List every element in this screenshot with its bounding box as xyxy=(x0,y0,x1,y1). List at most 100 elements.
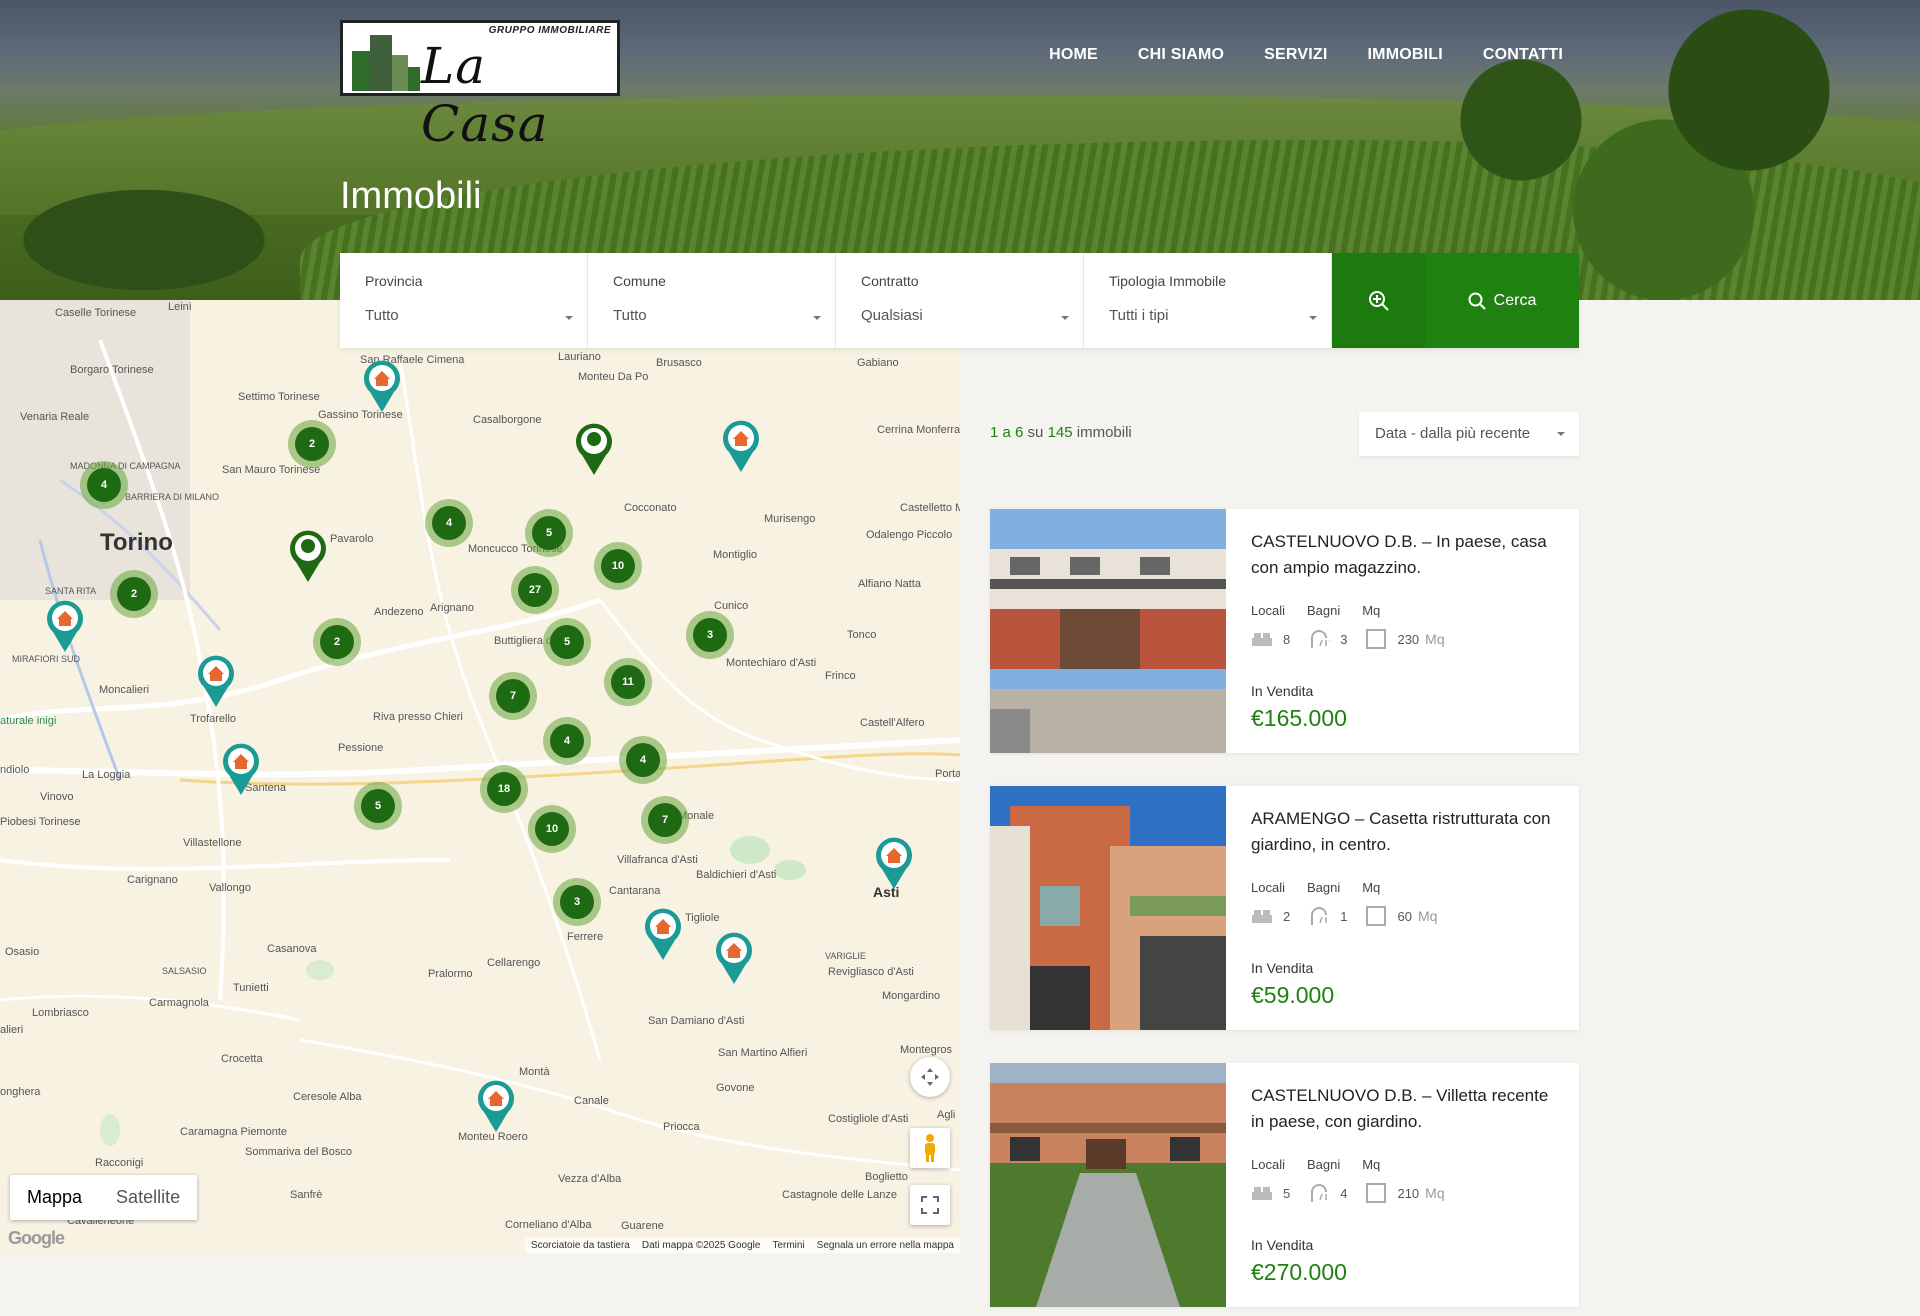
property-pin-icon[interactable] xyxy=(874,837,914,891)
map-cluster[interactable]: 7 xyxy=(641,796,689,844)
report-error-link[interactable]: Segnala un errore nella mappa xyxy=(817,1240,954,1251)
map-cluster[interactable]: 4 xyxy=(425,499,473,547)
pan-control-icon[interactable] xyxy=(910,1057,950,1097)
listing-status: In Vendita xyxy=(1251,683,1314,699)
map-label-trofarello: Trofarello xyxy=(190,713,237,725)
map-label-laloggia: La Loggia xyxy=(82,769,131,781)
map-label-murisengo: Murisengo xyxy=(764,513,816,525)
map-type-map[interactable]: Mappa xyxy=(10,1175,99,1220)
municipality-select[interactable]: Comune Tutto xyxy=(588,253,836,348)
logo-tagline: GRUPPO IMMOBILIARE xyxy=(488,25,611,36)
map-cluster[interactable]: 2 xyxy=(288,420,336,468)
map-cluster[interactable]: 2 xyxy=(313,618,361,666)
map-cluster[interactable]: 10 xyxy=(594,542,642,590)
province-select[interactable]: Provincia Tutto xyxy=(340,253,588,348)
map-type-satellite[interactable]: Satellite xyxy=(99,1175,197,1220)
map-label-canale: Canale xyxy=(574,1095,609,1107)
map-label-casanova: Casanova xyxy=(267,943,317,955)
bed-icon xyxy=(1252,910,1272,923)
map-label-carignano: Carignano xyxy=(127,874,178,886)
nav-chi-siamo[interactable]: CHI SIAMO xyxy=(1138,46,1224,64)
property-pin-icon[interactable] xyxy=(45,600,85,654)
map-label-caramagna: Caramagna Piemonte xyxy=(180,1126,288,1138)
contract-select[interactable]: Contratto Qualsiasi xyxy=(836,253,1084,348)
map-label-montegrosso: Montegros xyxy=(900,1044,952,1056)
rooms-label: Locali xyxy=(1251,1157,1285,1172)
map-cluster[interactable]: 4 xyxy=(80,461,128,509)
area-icon xyxy=(1366,906,1387,926)
advanced-search-button[interactable] xyxy=(1332,253,1425,348)
sort-value: Data - dalla più recente xyxy=(1375,425,1531,442)
terms-link[interactable]: Termini xyxy=(772,1240,804,1251)
map-label-barriera: BARRIERA DI MILANO xyxy=(125,492,220,502)
map-label-mongardino: Mongardino xyxy=(882,990,941,1002)
bathrooms-label: Bagni xyxy=(1306,880,1341,895)
nav-servizi[interactable]: SERVIZI xyxy=(1264,46,1327,64)
property-pin-icon[interactable] xyxy=(221,743,261,797)
listing-photo[interactable] xyxy=(990,1063,1226,1307)
chevron-down-icon xyxy=(1309,316,1317,320)
listing-status: In Vendita xyxy=(1251,960,1314,976)
map-cluster[interactable]: 7 xyxy=(489,672,537,720)
map-data-credit: Dati mappa ©2025 Google xyxy=(641,1240,761,1251)
listing-card[interactable]: CASTELNUOVO D.B. – In paese, casa con am… xyxy=(990,509,1579,753)
nav-contatti[interactable]: CONTATTI xyxy=(1483,46,1563,64)
map-label-moncucco: Moncucco Torinese xyxy=(468,543,563,555)
nav-home[interactable]: HOME xyxy=(1049,46,1098,64)
map-cluster[interactable]: 5 xyxy=(543,618,591,666)
municipality-label: Comune xyxy=(613,273,666,289)
listing-card[interactable]: CASTELNUOVO D.B. – Villetta recente in p… xyxy=(990,1063,1579,1307)
nav-immobili[interactable]: IMMOBILI xyxy=(1368,46,1443,64)
map-cluster[interactable]: 4 xyxy=(619,736,667,784)
bathrooms-value: 4 xyxy=(1340,1185,1348,1201)
listing-price: €270.000 xyxy=(1251,1259,1347,1285)
map-cluster[interactable]: 4 xyxy=(543,717,591,765)
listing-price: €59.000 xyxy=(1251,982,1335,1008)
map-cluster[interactable]: 5 xyxy=(354,782,402,830)
listing-status: In Vendita xyxy=(1251,1237,1314,1253)
listing-title[interactable]: CASTELNUOVO D.B. – Villetta recente in p… xyxy=(1251,1083,1554,1135)
map-label-costigliole: Costigliole d'Asti xyxy=(828,1113,909,1125)
map-cluster[interactable]: 27 xyxy=(511,566,559,614)
property-map[interactable]: Torino Asti Caselle Torinese Leinì Borga… xyxy=(0,300,960,1253)
area-unit: Mq xyxy=(1417,908,1438,924)
map-cluster[interactable]: 11 xyxy=(604,658,652,706)
map-cluster[interactable]: 2 xyxy=(110,570,158,618)
listing-photo[interactable] xyxy=(990,509,1226,753)
map-label-pinerolo: ndiolo xyxy=(0,764,30,776)
map-label-torino: Torino xyxy=(100,529,173,556)
map-cluster[interactable]: 3 xyxy=(686,611,734,659)
street-view-pegman-icon[interactable] xyxy=(910,1128,950,1168)
main-nav: HOME CHI SIAMO SERVIZI IMMOBILI CONTATTI xyxy=(1049,46,1563,64)
fullscreen-icon[interactable] xyxy=(910,1185,950,1225)
contract-value: Qualsiasi xyxy=(861,307,923,324)
property-pin-icon[interactable] xyxy=(714,932,754,986)
map-label-salsasio: SALSASIO xyxy=(162,966,207,976)
map-cluster[interactable]: 3 xyxy=(553,878,601,926)
map-label-sanfre: Sanfrè xyxy=(290,1189,323,1201)
shower-icon xyxy=(1311,630,1331,648)
site-logo[interactable]: GRUPPO IMMOBILIARE La Casa xyxy=(340,20,620,153)
search-submit-button[interactable]: Cerca xyxy=(1425,253,1579,348)
map-label-montiglio: Montiglio xyxy=(713,549,758,561)
property-pin-icon[interactable] xyxy=(721,420,761,474)
chevron-down-icon xyxy=(1061,316,1069,320)
chevron-down-icon xyxy=(813,316,821,320)
map-cluster[interactable]: 10 xyxy=(528,805,576,853)
map-cluster[interactable]: 18 xyxy=(480,765,528,813)
property-type-select[interactable]: Tipologia Immobile Tutti i tipi xyxy=(1084,253,1332,348)
property-pin-icon[interactable] xyxy=(643,908,683,962)
listing-title[interactable]: ARAMENGO – Casetta ristrutturata con gia… xyxy=(1251,806,1554,858)
map-cluster[interactable]: 5 xyxy=(525,509,573,557)
listing-title[interactable]: CASTELNUOVO D.B. – In paese, casa con am… xyxy=(1251,529,1554,581)
property-pin-icon[interactable] xyxy=(362,360,402,414)
listing-card[interactable]: ARAMENGO – Casetta ristrutturata con gia… xyxy=(990,786,1579,1030)
bathrooms-label: Bagni xyxy=(1306,1157,1341,1172)
sort-select[interactable]: Data - dalla più recente xyxy=(1359,412,1579,456)
land-pin-icon[interactable] xyxy=(288,530,328,584)
property-pin-icon[interactable] xyxy=(196,655,236,709)
property-pin-icon[interactable] xyxy=(476,1080,516,1134)
land-pin-icon[interactable] xyxy=(574,423,614,477)
keyboard-shortcuts-link[interactable]: Scorciatoie da tastiera xyxy=(531,1240,630,1251)
listing-photo[interactable] xyxy=(990,786,1226,1030)
